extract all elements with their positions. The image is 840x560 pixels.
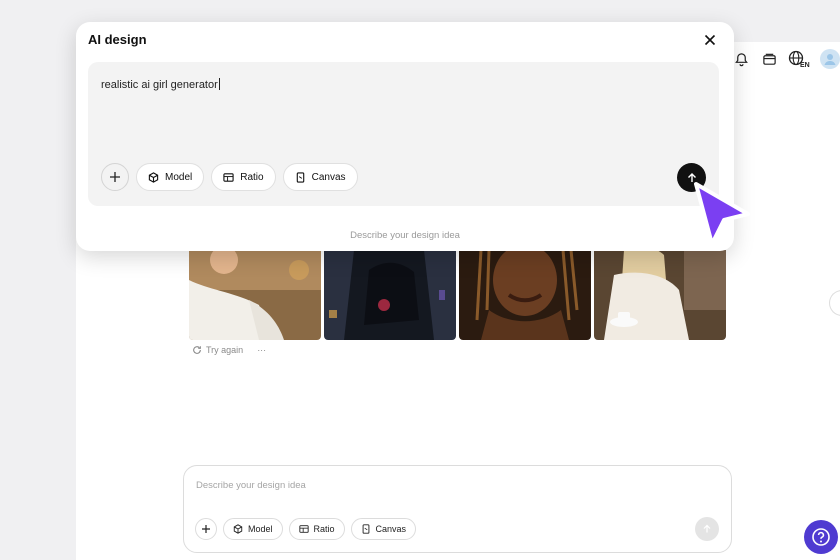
bottom-tools: Model Ratio Canvas	[195, 518, 417, 540]
canvas-icon	[362, 524, 369, 534]
header-icons: EN	[732, 46, 840, 72]
generated-image-1[interactable]	[189, 250, 321, 340]
add-button[interactable]	[101, 163, 129, 191]
cube-icon	[233, 524, 243, 534]
ratio-icon	[298, 525, 309, 533]
dialog-title: AI design	[88, 32, 147, 47]
result-actions: Try again ···	[192, 345, 266, 355]
ratio-label: Ratio	[240, 171, 264, 183]
canvas-button[interactable]: Canvas	[282, 163, 358, 191]
bottom-model-button[interactable]: Model	[223, 518, 283, 540]
try-again-button[interactable]: Try again	[192, 345, 243, 355]
card-icon[interactable]	[760, 50, 778, 68]
canvas-icon	[296, 171, 304, 183]
plus-icon	[202, 525, 210, 533]
bottom-prompt-placeholder[interactable]: Describe your design idea	[196, 480, 306, 491]
pointer-cursor-icon	[694, 182, 750, 246]
ratio-icon	[223, 172, 234, 182]
bottom-canvas-button[interactable]: Canvas	[350, 518, 417, 540]
close-icon[interactable]	[702, 32, 718, 48]
bottom-prompt-box[interactable]: Describe your design idea Model Ratio Ca…	[183, 465, 732, 553]
bottom-model-label: Model	[248, 524, 273, 534]
more-options-button[interactable]: ···	[257, 345, 266, 355]
bottom-canvas-label: Canvas	[375, 524, 407, 534]
generated-image-2[interactable]	[324, 250, 456, 340]
refresh-icon	[193, 346, 201, 354]
text-caret	[218, 78, 220, 90]
bottom-add-button[interactable]	[195, 518, 217, 540]
avatar[interactable]	[820, 49, 840, 69]
bell-icon[interactable]	[732, 50, 750, 68]
model-label: Model	[165, 171, 193, 183]
ratio-button[interactable]: Ratio	[211, 163, 276, 191]
dialog-hint: Describe your design idea	[350, 230, 460, 241]
bottom-send-button[interactable]	[695, 517, 719, 541]
generated-image-3[interactable]	[459, 250, 591, 340]
bottom-ratio-label: Ratio	[313, 524, 335, 534]
ai-design-dialog: AI design realistic ai girl generator Mo…	[76, 22, 734, 251]
prompt-input[interactable]: realistic ai girl generator Model Ratio …	[88, 62, 719, 206]
plus-icon	[110, 172, 120, 182]
bottom-ratio-button[interactable]: Ratio	[288, 518, 345, 540]
model-button[interactable]: Model	[136, 163, 205, 191]
generated-image-4[interactable]	[594, 250, 726, 340]
help-button[interactable]	[804, 520, 838, 554]
prompt-text[interactable]: realistic ai girl generator	[101, 78, 220, 91]
generated-images	[189, 250, 726, 340]
canvas-label: Canvas	[311, 171, 346, 183]
help-icon	[812, 528, 830, 546]
cube-icon	[148, 171, 159, 183]
prompt-value: realistic ai girl generator	[101, 79, 218, 91]
try-again-label: Try again	[206, 345, 244, 355]
language-icon[interactable]: EN	[788, 50, 810, 68]
language-code: EN	[800, 62, 810, 68]
arrow-up-icon	[703, 524, 711, 533]
dialog-tools: Model Ratio Canvas	[101, 163, 358, 191]
